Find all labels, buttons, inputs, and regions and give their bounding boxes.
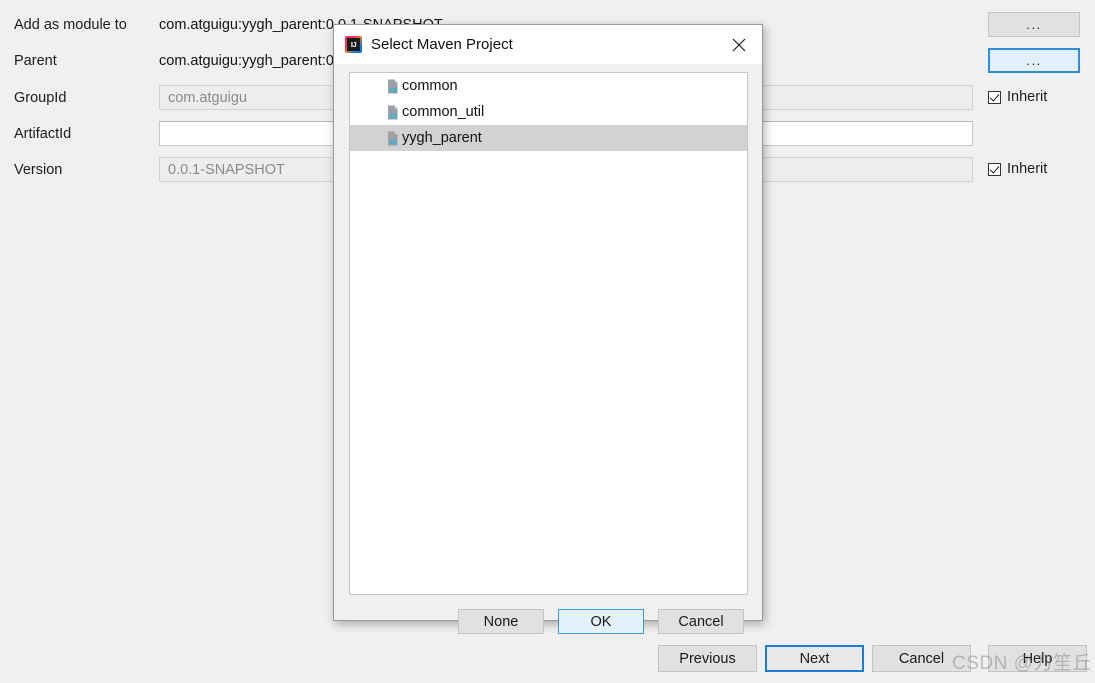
inherit-label-groupid: Inherit bbox=[1007, 89, 1048, 105]
list-item[interactable]: m yygh_parent bbox=[350, 125, 747, 151]
maven-module-icon: m bbox=[386, 131, 400, 146]
inherit-checkbox-groupid[interactable]: Inherit bbox=[988, 89, 1047, 105]
maven-module-icon: m bbox=[386, 105, 400, 120]
label-artifactid: ArtifactId bbox=[14, 126, 72, 142]
label-groupid: GroupId bbox=[14, 90, 67, 106]
list-item[interactable]: m common bbox=[350, 73, 747, 99]
svg-text:m: m bbox=[390, 136, 397, 145]
intellij-idea-icon bbox=[345, 36, 362, 53]
checkbox-checked-icon bbox=[988, 162, 1001, 176]
none-button[interactable]: None bbox=[458, 609, 544, 634]
dialog-cancel-button[interactable]: Cancel bbox=[658, 609, 744, 634]
help-button[interactable]: Help bbox=[988, 645, 1087, 672]
previous-button[interactable]: Previous bbox=[658, 645, 757, 672]
close-icon[interactable] bbox=[716, 25, 762, 64]
list-item-label: yygh_parent bbox=[402, 130, 482, 146]
svg-text:m: m bbox=[390, 110, 397, 119]
dialog-titlebar: Select Maven Project bbox=[334, 25, 762, 64]
label-add-as-module-to: Add as module to bbox=[14, 17, 127, 33]
list-item[interactable]: m common_util bbox=[350, 99, 747, 125]
list-item-label: common_util bbox=[402, 104, 485, 120]
select-maven-project-dialog: Select Maven Project m common bbox=[333, 24, 763, 634]
inherit-checkbox-version[interactable]: Inherit bbox=[988, 161, 1047, 177]
label-parent: Parent bbox=[14, 53, 57, 69]
browse-button-add-as-module-to[interactable]: ... bbox=[988, 12, 1080, 37]
dialog-title: Select Maven Project bbox=[371, 36, 513, 53]
svg-text:m: m bbox=[390, 84, 397, 93]
cancel-button[interactable]: Cancel bbox=[872, 645, 971, 672]
label-version: Version bbox=[14, 162, 63, 178]
ok-button[interactable]: OK bbox=[558, 609, 644, 634]
maven-project-list[interactable]: m common m common_util m yygh_parent bbox=[349, 72, 748, 595]
next-button[interactable]: Next bbox=[765, 645, 864, 672]
checkbox-checked-icon bbox=[988, 90, 1001, 104]
maven-module-icon: m bbox=[386, 79, 400, 94]
browse-button-parent[interactable]: ... bbox=[988, 48, 1080, 73]
inherit-label-version: Inherit bbox=[1007, 161, 1048, 177]
list-item-label: common bbox=[402, 78, 458, 94]
